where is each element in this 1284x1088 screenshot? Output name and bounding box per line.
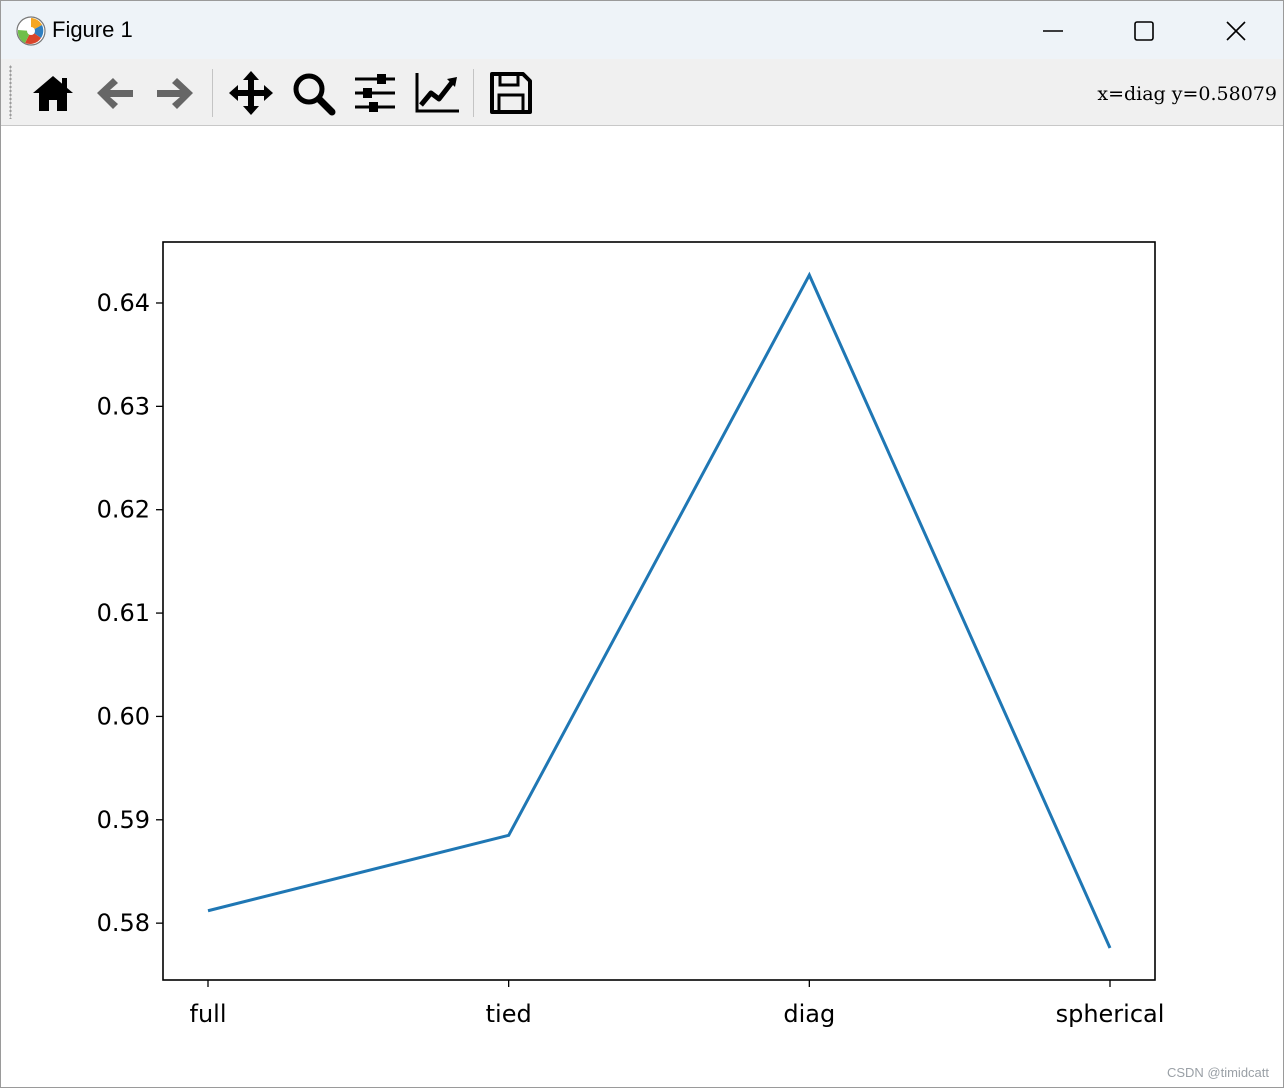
configure-subplots-icon bbox=[355, 74, 395, 112]
toolbar-separator bbox=[212, 69, 213, 117]
series-line bbox=[207, 271, 1112, 949]
navigation-toolbar: x=diag y=0.58079 bbox=[1, 59, 1283, 126]
zoom-button[interactable] bbox=[289, 69, 337, 117]
pan-icon bbox=[229, 71, 273, 115]
back-icon bbox=[97, 78, 133, 109]
figure-canvas[interactable]: 0.58 0.59 0.60 0.61 0.62 0.63 0.64 full tied diag… bbox=[1, 126, 1283, 1088]
toolbar-grip[interactable] bbox=[9, 65, 12, 119]
close-button[interactable] bbox=[1190, 1, 1280, 59]
x-tick-label: full bbox=[190, 1000, 227, 1028]
toolbar-separator bbox=[473, 69, 474, 117]
edit-axis-button[interactable] bbox=[413, 69, 461, 117]
close-icon bbox=[1226, 21, 1246, 41]
pan-button[interactable] bbox=[227, 69, 275, 117]
save-button[interactable] bbox=[487, 69, 535, 117]
y-tick-label: 0.59 bbox=[97, 806, 150, 834]
maximize-icon bbox=[1134, 21, 1154, 41]
coordinate-readout: x=diag y=0.58079 bbox=[1097, 83, 1277, 105]
y-tick-label: 0.61 bbox=[97, 599, 150, 627]
back-button[interactable] bbox=[91, 69, 139, 117]
forward-icon bbox=[157, 78, 193, 109]
title-bar[interactable]: Figure 1 bbox=[1, 1, 1283, 59]
home-button[interactable] bbox=[29, 69, 77, 117]
matplotlib-logo-icon bbox=[15, 15, 47, 47]
y-tick-label: 0.60 bbox=[97, 702, 150, 730]
minimize-icon bbox=[1043, 30, 1063, 32]
zoom-icon bbox=[293, 73, 336, 116]
watermark: CSDN @timidcatt bbox=[1166, 1065, 1269, 1080]
maximize-button[interactable] bbox=[1098, 1, 1188, 59]
figure-window: Figure 1 x=diag y=0.58079 0.58 0.59 0.60… bbox=[0, 0, 1284, 1088]
home-icon bbox=[33, 76, 73, 111]
plot-frame bbox=[162, 241, 1156, 981]
y-tick-label: 0.64 bbox=[97, 289, 150, 317]
line-chart[interactable]: 0.58 0.59 0.60 0.61 0.62 0.63 0.64 full tied diag… bbox=[1, 126, 1283, 1088]
y-tick-label: 0.58 bbox=[97, 909, 150, 937]
y-tick-label: 0.62 bbox=[97, 496, 150, 524]
edit-axis-icon bbox=[415, 73, 459, 113]
x-tick-label: tied bbox=[486, 1000, 532, 1028]
x-tick-label: diag bbox=[783, 1000, 835, 1028]
x-tick-label: spherical bbox=[1056, 1000, 1165, 1028]
window-title: Figure 1 bbox=[52, 17, 133, 42]
save-icon bbox=[490, 72, 532, 114]
forward-button[interactable] bbox=[151, 69, 199, 117]
configure-subplots-button[interactable] bbox=[351, 69, 399, 117]
y-tick-label: 0.63 bbox=[97, 392, 150, 420]
minimize-button[interactable] bbox=[1007, 1, 1097, 59]
